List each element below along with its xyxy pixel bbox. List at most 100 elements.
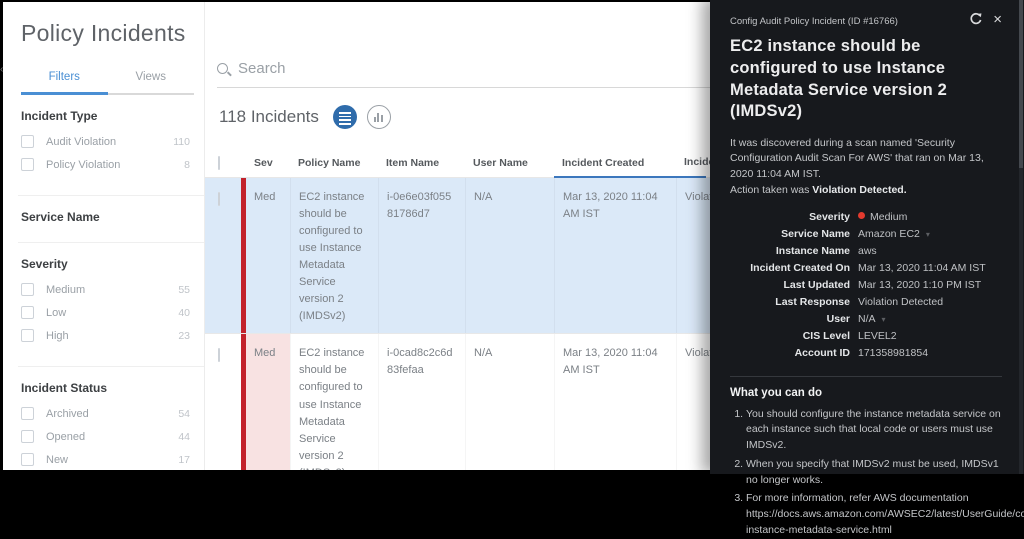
detail-last-response: Last Response Violation Detected bbox=[730, 294, 1002, 311]
col-policy-name[interactable]: Policy Name bbox=[290, 157, 378, 169]
incidents-main: 118 Incidents Sev Policy Name Item Name … bbox=[205, 2, 710, 470]
search-icon bbox=[217, 63, 228, 74]
filter-policy-violation[interactable]: Policy Violation 8 bbox=[21, 158, 190, 171]
filter-count: 17 bbox=[178, 454, 190, 466]
detail-last-updated: Last Updated Mar 13, 2020 1:10 PM IST bbox=[730, 277, 1002, 294]
checkbox[interactable] bbox=[21, 407, 34, 420]
checkbox[interactable] bbox=[21, 329, 34, 342]
action-taken-value: Violation Detected. bbox=[812, 184, 906, 196]
sidebar-collapse-icon[interactable]: ‹ bbox=[0, 62, 3, 78]
section-title: Severity bbox=[21, 257, 190, 271]
table-row[interactable]: Med EC2 instance should be configured to… bbox=[205, 178, 710, 334]
row-checkbox[interactable] bbox=[218, 192, 220, 206]
incident-id-label: Config Audit Policy Incident (ID #16766) bbox=[730, 12, 959, 27]
chevron-down-icon[interactable]: ▾ bbox=[882, 315, 886, 324]
item-name-cell: i-0e6e03f05581786d7 bbox=[378, 178, 465, 333]
filter-audit-violation[interactable]: Audit Violation 110 bbox=[21, 135, 190, 148]
sidebar-tabs: Filters Views bbox=[21, 71, 194, 95]
detail-incident-created-on: Incident Created On Mar 13, 2020 11:04 A… bbox=[730, 260, 1002, 277]
results-header: 118 Incidents bbox=[219, 105, 391, 129]
what-you-can-do-heading: What you can do bbox=[730, 387, 1002, 399]
bar-chart-icon bbox=[374, 113, 385, 122]
filter-count: 55 bbox=[178, 284, 190, 296]
item-name-cell: i-0cad8c2c6d83fefaa bbox=[378, 334, 465, 470]
policy-name-cell[interactable]: EC2 instance should be configured to use… bbox=[290, 178, 378, 333]
user-name-cell: N/A bbox=[465, 178, 554, 333]
col-item-name[interactable]: Item Name bbox=[378, 157, 465, 169]
col-incident-created-on[interactable]: Incident Created On↓ bbox=[554, 148, 676, 178]
chart-view-toggle[interactable] bbox=[367, 105, 391, 129]
filter-new[interactable]: New 17 bbox=[21, 453, 190, 466]
checkbox[interactable] bbox=[21, 306, 34, 319]
filter-count: 54 bbox=[178, 408, 190, 420]
severity-dot-icon bbox=[858, 212, 865, 219]
checkbox[interactable] bbox=[21, 283, 34, 296]
panel-scrollbar[interactable] bbox=[1019, 0, 1023, 474]
section-title: Incident Status bbox=[21, 381, 190, 395]
section-service-name[interactable]: Service Name bbox=[18, 196, 204, 243]
remediation-step: When you specify that IMDSv2 must be use… bbox=[746, 457, 1002, 489]
chevron-down-icon[interactable]: ▾ bbox=[926, 230, 930, 239]
incident-details-list: Severity Medium Service Name Amazon EC2▾… bbox=[730, 209, 1002, 362]
checkbox[interactable] bbox=[21, 135, 34, 148]
filter-low[interactable]: Low 40 bbox=[21, 306, 190, 319]
detail-user: User N/A▾ bbox=[730, 311, 1002, 328]
row-checkbox[interactable] bbox=[218, 348, 220, 362]
detail-cis-level: CIS Level LEVEL2 bbox=[730, 328, 1002, 345]
page-title: Policy Incidents bbox=[21, 20, 204, 47]
sev-cell: Med bbox=[246, 334, 290, 470]
filter-medium[interactable]: Medium 55 bbox=[21, 283, 190, 296]
created-on-cell: Mar 13, 2020 11:04 AM IST bbox=[554, 178, 676, 333]
col-sev[interactable]: Sev bbox=[246, 157, 290, 169]
checkbox[interactable] bbox=[21, 453, 34, 466]
user-name-cell: N/A bbox=[465, 334, 554, 470]
table-row[interactable]: Med EC2 instance should be configured to… bbox=[205, 334, 710, 470]
incident-title: EC2 instance should be configured to use… bbox=[730, 36, 1002, 123]
remediation-step[interactable]: For more information, refer AWS document… bbox=[746, 491, 1002, 538]
checkbox[interactable] bbox=[21, 430, 34, 443]
filter-opened[interactable]: Opened 44 bbox=[21, 430, 190, 443]
divider bbox=[730, 376, 1002, 377]
col-incident-response[interactable]: Incident Response bbox=[676, 156, 710, 169]
filter-count: 44 bbox=[178, 431, 190, 443]
incident-count: 118 Incidents bbox=[219, 107, 319, 127]
checkbox[interactable] bbox=[21, 158, 34, 171]
search-bar bbox=[217, 60, 710, 88]
detail-instance-name: Instance Name aws bbox=[730, 243, 1002, 260]
filter-archived[interactable]: Archived 54 bbox=[21, 407, 190, 420]
select-all-checkbox[interactable] bbox=[218, 156, 220, 170]
list-view-toggle[interactable] bbox=[333, 105, 357, 129]
incident-action-line: Action taken was Violation Detected. bbox=[730, 184, 1002, 196]
detail-severity: Severity Medium bbox=[730, 209, 1002, 226]
col-user-name[interactable]: User Name bbox=[465, 157, 554, 169]
list-icon bbox=[339, 112, 351, 127]
sev-cell: Med bbox=[246, 178, 290, 333]
section-title: Service Name bbox=[21, 210, 190, 224]
filter-count: 110 bbox=[173, 136, 190, 148]
detail-account-id: Account ID 171358981854 bbox=[730, 345, 1002, 362]
table-header-row: Sev Policy Name Item Name User Name Inci… bbox=[205, 148, 710, 178]
detail-service-name: Service Name Amazon EC2▾ bbox=[730, 226, 1002, 243]
response-cell: Violation Detected bbox=[676, 178, 710, 333]
filter-count: 23 bbox=[178, 330, 190, 342]
response-cell: Violation Detected bbox=[676, 334, 710, 470]
filters-sidebar: Policy Incidents Filters Views Incident … bbox=[3, 2, 205, 470]
policy-name-cell[interactable]: EC2 instance should be configured to use… bbox=[290, 334, 378, 470]
refresh-icon[interactable] bbox=[969, 12, 983, 31]
incident-table: Med EC2 instance should be configured to… bbox=[205, 178, 710, 470]
filter-count: 40 bbox=[178, 307, 190, 319]
section-severity: Severity Medium 55 Low 40 High 23 bbox=[18, 243, 204, 367]
section-title: Incident Type bbox=[21, 109, 190, 123]
tab-views[interactable]: Views bbox=[108, 71, 195, 93]
filter-high[interactable]: High 23 bbox=[21, 329, 190, 342]
incident-detail-panel: Config Audit Policy Incident (ID #16766)… bbox=[710, 0, 1024, 474]
incident-description: It was discovered during a scan named 'S… bbox=[730, 136, 1002, 182]
tab-filters[interactable]: Filters bbox=[21, 71, 108, 95]
section-incident-status: Incident Status Archived 54 Opened 44 Ne… bbox=[18, 367, 204, 470]
close-icon[interactable]: × bbox=[993, 12, 1002, 27]
search-input[interactable] bbox=[238, 60, 538, 77]
filter-count: 8 bbox=[184, 159, 190, 171]
created-on-cell: Mar 13, 2020 11:04 AM IST bbox=[554, 334, 676, 470]
section-incident-type: Incident Type Audit Violation 110 Policy… bbox=[18, 95, 204, 196]
remediation-step: You should configure the instance metada… bbox=[746, 407, 1002, 454]
